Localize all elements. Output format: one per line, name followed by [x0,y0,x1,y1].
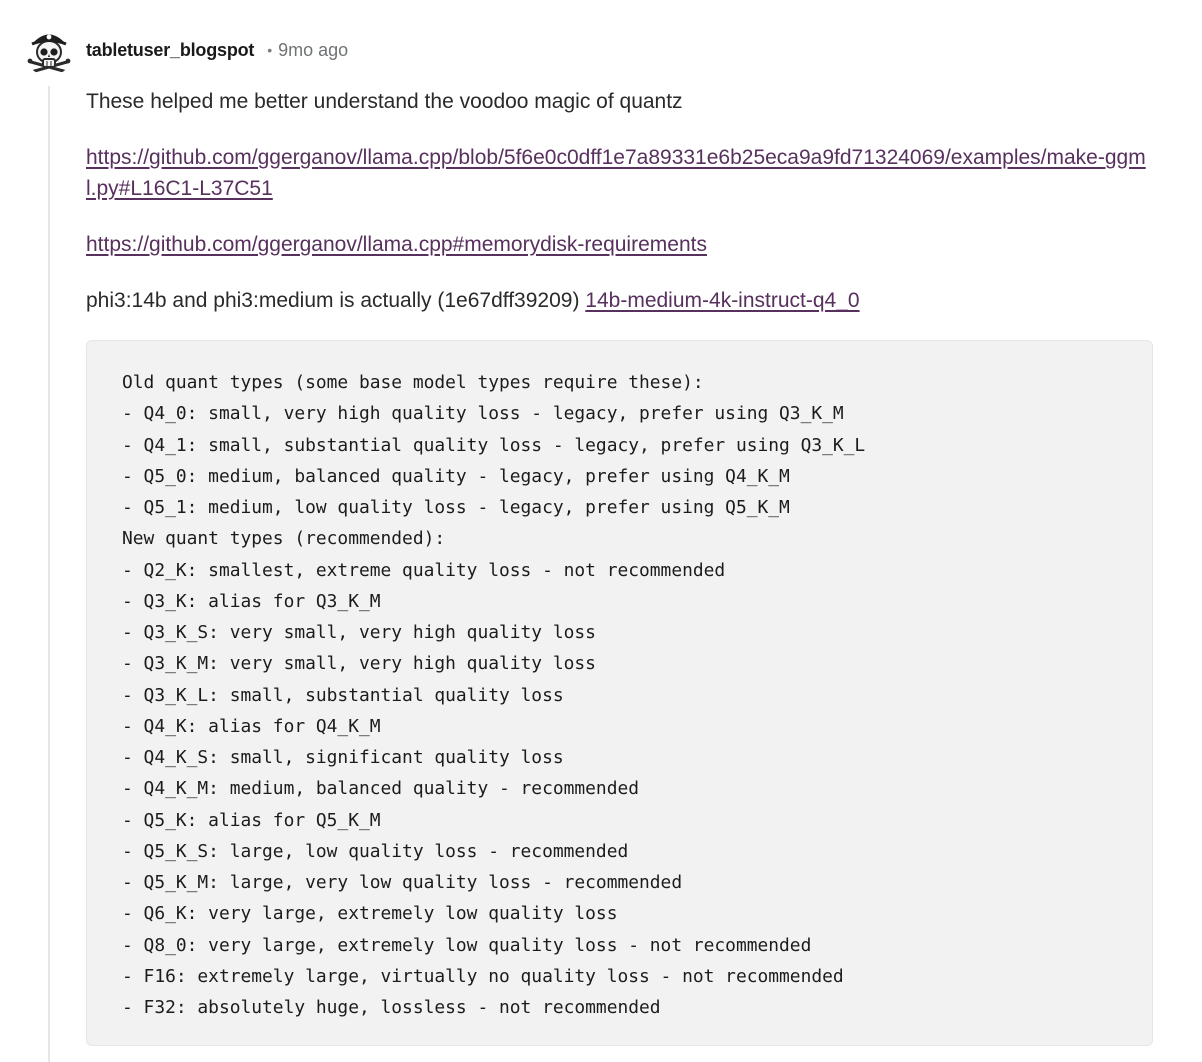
code-line: - Q5_K: alias for Q5_K_M [122,809,381,831]
comment-body: These helped me better understand the vo… [86,86,1156,341]
code-line: - Q5_0: medium, balanced quality - legac… [122,465,790,487]
code-line: - Q3_K_L: small, substantial quality los… [122,684,564,706]
code-line: New quant types (recommended): [122,528,446,550]
code-line: - Q8_0: very large, extremely low qualit… [122,934,812,956]
code-line: - Q3_K_M: very small, very high quality … [122,653,596,675]
code-line: - Q5_K_M: large, very low quality loss -… [122,872,683,893]
model-tag-link[interactable]: 14b-medium-4k-instruct-q4_0 [585,289,859,312]
thread-line[interactable] [48,86,50,1062]
model-info-text: phi3:14b and phi3:medium is actually (1e… [86,289,586,312]
link-paragraph: https://github.com/ggerganov/llama.cpp/b… [86,142,1156,204]
comment-text: These helped me better understand the vo… [86,90,683,113]
code-line: - Q3_K: alias for Q3_K_M [122,590,381,612]
code-line: - Q6_K: very large, extremely low qualit… [122,903,618,925]
github-make-ggml-link[interactable]: https://github.com/ggerganov/llama.cpp/b… [86,146,1146,200]
separator-dot: • [267,42,273,58]
code-line: - Q5_K_S: large, low quality loss - reco… [122,840,629,862]
comment: tabletuser_blogspot • 9mo ago These help… [0,0,1202,1062]
code-line: Old quant types (some base model types r… [122,372,704,393]
github-memory-requirements-link[interactable]: https://github.com/ggerganov/llama.cpp#m… [86,233,707,256]
code-line: - Q4_K_M: medium, balanced quality - rec… [122,778,640,800]
pirate-skull-avatar-icon[interactable] [24,26,74,76]
code-line: - Q2_K: smallest, extreme quality loss -… [122,559,726,581]
timestamp[interactable]: 9mo ago [278,40,348,61]
code-line: - Q4_K_S: small, significant quality los… [122,747,564,768]
code-line: - Q3_K_S: very small, very high quality … [122,622,596,643]
model-info-paragraph: phi3:14b and phi3:medium is actually (1e… [86,285,1156,316]
code-line: - F32: absolutely huge, lossless - not r… [122,997,661,1018]
comment-meta: tabletuser_blogspot • 9mo ago [86,38,348,62]
code-line: - F16: extremely large, virtually no qua… [122,965,844,987]
code-line: - Q5_1: medium, low quality loss - legac… [122,497,790,518]
code-block: Old quant types (some base model types r… [86,340,1153,1046]
username-link[interactable]: tabletuser_blogspot [86,40,254,61]
link-paragraph: https://github.com/ggerganov/llama.cpp#m… [86,229,1156,260]
code-line: - Q4_K: alias for Q4_K_M [122,715,381,737]
code-line: - Q4_1: small, substantial quality loss … [122,434,866,456]
code-line: - Q4_0: small, very high quality loss - … [122,403,844,425]
